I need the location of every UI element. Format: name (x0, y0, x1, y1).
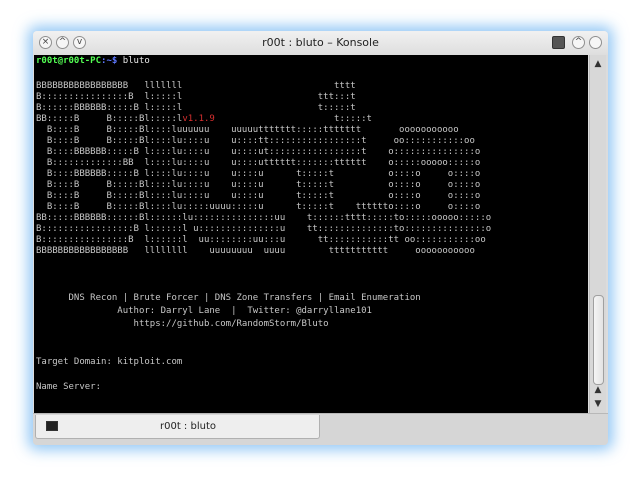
repo-url: https://github.com/RandomStorm/Bluto (36, 319, 329, 329)
bluto-ascii-banner: BBBBBBBBBBBBBBBBB lllllll tttt B::::::::… (36, 81, 491, 257)
prompt-path: :~$ (101, 56, 118, 66)
scrollbar-thumb[interactable] (593, 295, 604, 385)
scroll-up-icon[interactable]: ▲ (590, 57, 606, 71)
tab-label: r00t : bluto (160, 421, 216, 432)
terminal-scrollbar[interactable]: ▲ ▲ ▼ (589, 55, 606, 413)
prompt-user: r00t@r00t-PC (36, 56, 102, 66)
version-label: v1.1.9 (182, 114, 215, 124)
title-bar[interactable]: × ^ v r00t : bluto – Konsole ^ (33, 31, 608, 55)
window-title: r00t : bluto – Konsole (262, 36, 379, 49)
terminal-output[interactable]: r00t@r00t-PC:~$ bluto BBBBBBBBBBBBBBBBB … (34, 55, 588, 413)
tab-bar: r00t : bluto (33, 413, 608, 445)
name-server: Name Server: (36, 382, 102, 392)
restore-icon[interactable]: ^ (572, 36, 585, 49)
banner-bottom: t:::::t B::::B B:::::Bl::::luuuuuu uuuuu… (36, 114, 492, 256)
scrollback-icon[interactable] (552, 36, 565, 49)
scroll-up-icon-bottom[interactable]: ▲ (590, 383, 606, 397)
command-text: bluto (117, 56, 150, 66)
close-icon[interactable] (589, 36, 602, 49)
terminal-icon (46, 421, 58, 431)
konsole-window: × ^ v r00t : bluto – Konsole ^ r00t@r00t… (33, 31, 608, 445)
target-domain: Target Domain: kitploit.com (36, 357, 183, 367)
feature-menu: DNS Recon | Brute Forcer | DNS Zone Tran… (36, 293, 421, 303)
author-line: Author: Darryl Lane | Twitter: @darrylla… (36, 306, 372, 316)
scroll-down-icon[interactable]: ▼ (590, 397, 606, 411)
prompt-line: r00t@r00t-PC:~$ bluto (36, 56, 150, 67)
tab-session[interactable]: r00t : bluto (35, 415, 320, 439)
